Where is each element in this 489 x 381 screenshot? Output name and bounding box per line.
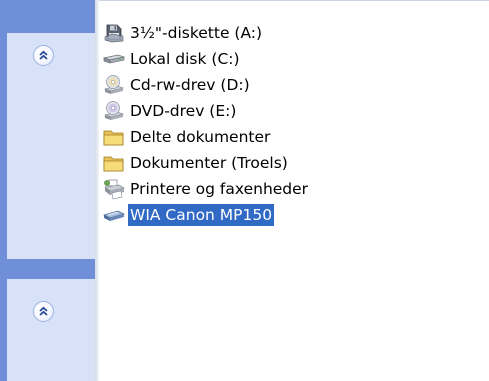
list-item-label: 3½"-diskette (A:) <box>130 24 263 42</box>
list-item-label: Lokal disk (C:) <box>130 50 240 68</box>
list-item-label: Cd-rw-drev (D:) <box>130 76 250 94</box>
task-pane-section-2 <box>7 279 95 381</box>
list-item-my-documents[interactable]: Dokumenter (Troels) <box>103 150 310 176</box>
list-item-scanner[interactable]: WIA Canon MP150 <box>103 202 310 228</box>
pane-separator <box>95 0 99 381</box>
list-item-label: Printere og faxenheder <box>130 180 309 198</box>
list-item-label: WIA Canon MP150 <box>128 204 275 226</box>
file-list: 3½"-diskette (A:) Lokal disk (C:) Cd-rw-… <box>103 20 310 228</box>
list-item-dvd-drive[interactable]: DVD-drev (E:) <box>103 98 310 124</box>
list-item-printers-and-faxes[interactable]: Printere og faxenheder <box>103 176 310 202</box>
section-2-collapse-button[interactable] <box>33 301 54 322</box>
floppy-drive-icon <box>103 22 125 44</box>
cd-drive-icon <box>103 74 125 96</box>
folder-icon <box>103 126 125 148</box>
dvd-drive-icon <box>103 100 125 122</box>
hard-disk-icon <box>103 48 125 70</box>
section-1-collapse-button[interactable] <box>33 45 54 66</box>
list-item-label: Dokumenter (Troels) <box>130 154 288 172</box>
list-item-local-disk[interactable]: Lokal disk (C:) <box>103 46 310 72</box>
scanner-icon <box>103 204 125 226</box>
list-item-floppy-drive[interactable]: 3½"-diskette (A:) <box>103 20 310 46</box>
printer-icon <box>103 178 125 200</box>
double-chevron-up-icon <box>39 306 48 316</box>
double-chevron-up-icon <box>39 50 48 60</box>
list-item-label: Delte dokumenter <box>130 128 271 146</box>
list-item-cd-drive[interactable]: Cd-rw-drev (D:) <box>103 72 310 98</box>
task-pane <box>0 0 95 381</box>
folder-icon <box>103 152 125 174</box>
task-pane-section-1 <box>7 33 95 259</box>
list-item-shared-documents[interactable]: Delte dokumenter <box>103 124 310 150</box>
explorer-window: 3½"-diskette (A:) Lokal disk (C:) Cd-rw-… <box>0 0 489 381</box>
list-item-label: DVD-drev (E:) <box>130 102 237 120</box>
